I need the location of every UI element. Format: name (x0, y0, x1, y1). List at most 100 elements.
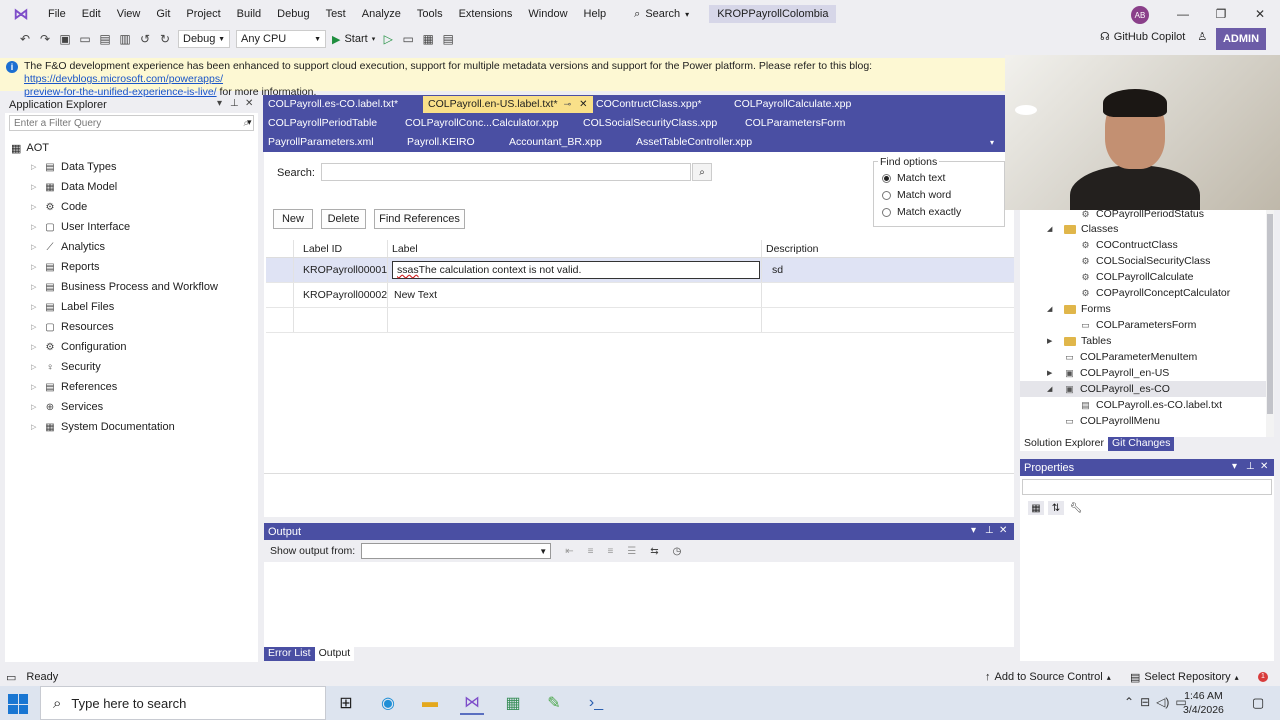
github-copilot-button[interactable]: ☊ GitHub Copilot ♙ (1100, 30, 1207, 44)
tree-node[interactable]: ▷ ▦ System Documentation (5, 417, 258, 437)
expand-arrow-icon[interactable]: ▷ (31, 163, 39, 171)
expand-arrow-icon[interactable]: ▷ (31, 323, 39, 331)
col-label-id[interactable]: Label ID (294, 240, 388, 257)
pin-icon[interactable]: ⊥ (1246, 461, 1255, 472)
config-select[interactable]: Debug ▼ (178, 30, 230, 48)
pin-icon[interactable]: ⊸ (564, 99, 572, 109)
match-text-option[interactable]: Match text (882, 172, 945, 184)
tree-node[interactable]: ▷ ▤ Reports (5, 257, 258, 277)
tree-node[interactable]: ▷ ⊕ Services (5, 397, 258, 417)
find-references-button[interactable]: Find References (374, 209, 465, 229)
platform-select[interactable]: Any CPU ▼ (236, 30, 326, 48)
tree-node[interactable]: ◢ Classes (1047, 221, 1118, 237)
label-cell[interactable]: ssas The calculation context is not valid… (388, 258, 762, 282)
word-wrap-icon[interactable]: ⇆ (650, 546, 658, 557)
close-icon[interactable]: ✕ (999, 525, 1007, 536)
menu-edit[interactable]: Edit (74, 0, 109, 28)
expand-arrow-icon[interactable]: ▷ (31, 223, 39, 231)
tree-node[interactable]: ▷ ▢ User Interface (5, 217, 258, 237)
chevron-down-icon[interactable]: ▾ (1232, 461, 1237, 472)
menu-debug[interactable]: Debug (269, 0, 317, 28)
expand-arrow-icon[interactable]: ▷ (31, 363, 39, 371)
admin-badge[interactable]: ADMIN (1216, 28, 1266, 50)
file-explorer-icon[interactable]: ▬ (418, 691, 442, 715)
col-description[interactable]: Description (762, 240, 1014, 257)
tab-error-list[interactable]: Error List (264, 647, 315, 661)
app-icon[interactable]: ▦ (501, 691, 525, 715)
open-folder-icon[interactable]: ▭ (78, 32, 92, 46)
match-word-option[interactable]: Match word (882, 189, 951, 201)
select-repository-button[interactable]: ▤ Select Repository ▴ (1130, 671, 1239, 684)
expand-arrow-icon[interactable]: ▷ (31, 343, 39, 351)
tree-node[interactable]: ▶ Tables (1047, 333, 1111, 349)
search-button[interactable]: ⌕ (692, 163, 712, 181)
filter-input[interactable]: Enter a Filter Query ⌕ (9, 115, 254, 131)
close-icon[interactable]: ✕ (245, 98, 253, 109)
description-cell[interactable] (762, 283, 1014, 307)
tree-node[interactable]: ▷ ⟋ Analytics (5, 237, 258, 257)
maximize-button[interactable]: ❐ (1202, 0, 1240, 28)
menu-file[interactable]: File (40, 0, 74, 28)
undo-icon[interactable]: ↺ (138, 32, 152, 46)
expand-arrow-icon[interactable]: ▷ (31, 303, 39, 311)
folder-icon[interactable]: ▭ (401, 32, 415, 46)
tree-node[interactable]: ▭ COLParameterMenuItem (1064, 349, 1197, 365)
tree-node[interactable]: ▷ ▦ Data Model (5, 177, 258, 197)
save-icon[interactable]: ▤ (98, 32, 112, 46)
chevron-up-icon[interactable]: ⌃ (1124, 695, 1134, 709)
clear-all-icon[interactable]: ☰ (627, 546, 636, 557)
table-row[interactable]: KROPayroll00001 ssas The calculation cont… (266, 258, 1014, 283)
table-row[interactable]: KROPayroll00002 New Text (266, 283, 1014, 308)
tab-en-us-label[interactable]: COLPayroll.en-US.label.txt* ⊸ ✕ (423, 96, 593, 113)
pin-icon[interactable]: ⊥ (230, 98, 239, 109)
tree-node[interactable]: ⚙ COLSocialSecurityClass (1080, 253, 1210, 269)
tree-node[interactable]: ▭ COLParametersForm (1080, 317, 1196, 333)
tree-node[interactable]: ▷ ▤ Data Types (5, 157, 258, 177)
menu-analyze[interactable]: Analyze (354, 0, 409, 28)
close-icon[interactable]: ✕ (579, 99, 587, 110)
expand-arrow-icon[interactable]: ▷ (31, 423, 39, 431)
tree-node[interactable]: ▶ ▣ COLPayroll_en-US (1047, 365, 1169, 381)
pin-icon[interactable]: ⊥ (985, 525, 994, 536)
col-label[interactable]: Label (388, 240, 762, 257)
tab-es-co-label[interactable]: COLPayroll.es-CO.label.txt* (263, 96, 403, 113)
row-header-cell[interactable] (266, 308, 294, 332)
blog-link[interactable]: https://devblogs.microsoft.com/powerapps… (24, 73, 223, 85)
taskbar-search[interactable]: ⌕ Type here to search (40, 686, 326, 720)
label-search-input[interactable] (321, 163, 691, 181)
menu-tools[interactable]: Tools (409, 0, 451, 28)
tree-node[interactable]: ▷ ▤ Label Files (5, 297, 258, 317)
radio-selected[interactable] (882, 173, 891, 183)
row-header-cell[interactable] (266, 258, 294, 282)
window-icon[interactable]: ▤ (441, 32, 455, 46)
label-id-cell[interactable]: KROPayroll00001 (294, 258, 388, 282)
expand-arrow-icon[interactable]: ▷ (31, 283, 39, 291)
menu-help[interactable]: Help (576, 0, 615, 28)
chevron-down-icon[interactable]: ▾ (217, 98, 222, 109)
tab-output[interactable]: Output (314, 647, 355, 661)
menu-window[interactable]: Window (520, 0, 575, 28)
expand-arrow-icon[interactable]: ▷ (31, 263, 39, 271)
tree-node[interactable]: ▭ COLPayrollMenu (1064, 413, 1160, 429)
tree-node[interactable]: ▷ ▢ Resources (5, 317, 258, 337)
tab-git-changes[interactable]: Git Changes (1107, 437, 1175, 451)
expand-arrow-icon[interactable]: ▷ (31, 383, 39, 391)
match-exactly-option[interactable]: Match exactly (882, 206, 961, 218)
tab-contruct-class[interactable]: COContructClass.xpp* (591, 96, 707, 113)
volume-icon[interactable]: ◁) (1156, 695, 1169, 709)
edge-icon[interactable]: ◉ (376, 691, 400, 715)
tab-accountant-br[interactable]: Accountant_BR.xpp (504, 134, 607, 151)
tree-node[interactable]: ▷ ▤ References (5, 377, 258, 397)
label-id-cell[interactable] (294, 308, 388, 332)
notification-center-icon[interactable]: ▢ (1252, 695, 1264, 711)
powershell-icon[interactable]: ›_ (584, 691, 608, 715)
collapse-arrow-icon[interactable]: ◢ (1047, 385, 1052, 393)
menu-extensions[interactable]: Extensions (451, 0, 521, 28)
start-without-debug-icon[interactable]: ▷ (381, 32, 395, 46)
menu-project[interactable]: Project (178, 0, 228, 28)
align-left-icon[interactable]: ≡ (588, 546, 594, 557)
clock-icon[interactable]: ◷ (673, 546, 682, 557)
close-icon[interactable]: ✕ (1260, 461, 1268, 472)
menu-view[interactable]: View (109, 0, 149, 28)
new-button[interactable]: New (273, 209, 313, 229)
